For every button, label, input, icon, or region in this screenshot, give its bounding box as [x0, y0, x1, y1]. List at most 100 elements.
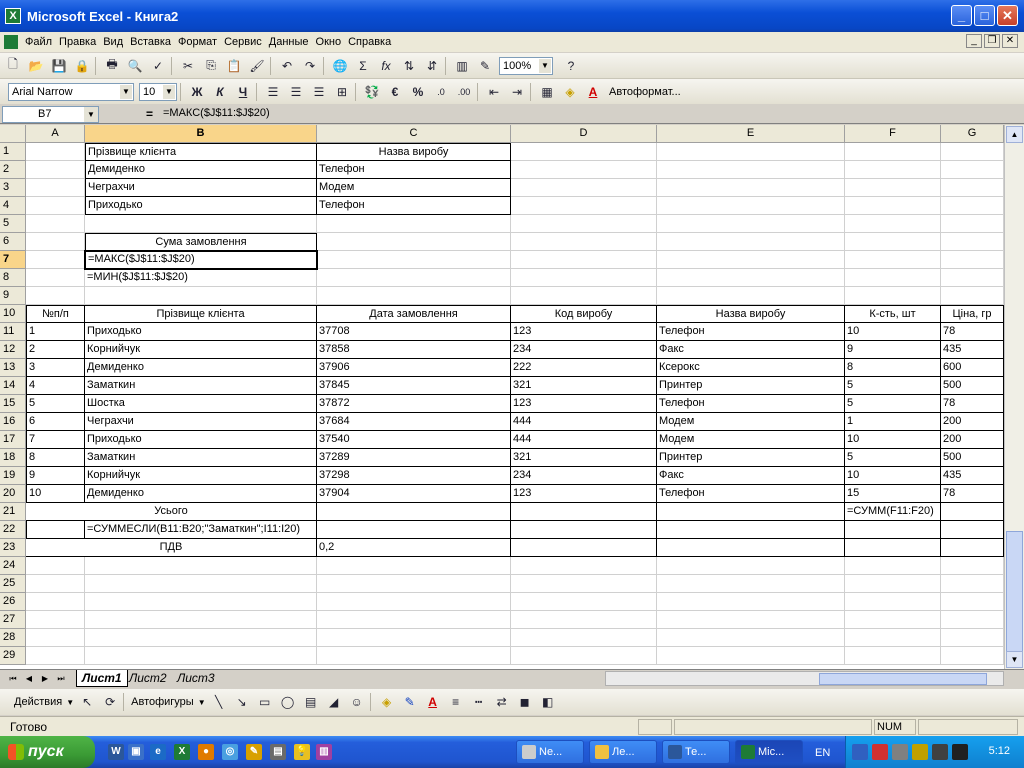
row-header-10[interactable]: 10 [0, 305, 26, 323]
undo-icon[interactable]: ↶ [277, 56, 297, 76]
start-button[interactable]: пуск [0, 736, 95, 768]
cell-d26[interactable] [511, 593, 657, 611]
hyperlink-icon[interactable]: 🌐 [330, 56, 350, 76]
paste-icon[interactable]: 📋 [224, 56, 244, 76]
table-cell[interactable]: 9 [26, 467, 85, 485]
spelling-icon[interactable]: ✓ [148, 56, 168, 76]
save-icon[interactable]: 💾 [49, 56, 69, 76]
cell-f23[interactable] [845, 539, 941, 557]
cell-f9[interactable] [845, 287, 941, 305]
chevron-down-icon[interactable]: ▼ [66, 698, 74, 707]
cell-g23[interactable] [941, 539, 1004, 557]
cell-f21[interactable]: =СУММ(F11:F20) [845, 503, 941, 521]
doc-minimize-button[interactable]: _ [966, 34, 982, 48]
cell-f6[interactable] [845, 233, 941, 251]
cell-b24[interactable] [85, 557, 317, 575]
rotate-icon[interactable]: ⟳ [100, 692, 120, 712]
table-cell[interactable]: Заматкин [85, 377, 317, 395]
autosum-icon[interactable]: Σ [353, 56, 373, 76]
format-painter-icon[interactable]: 🖌 [247, 56, 267, 76]
underline-button[interactable]: Ч [233, 82, 253, 102]
textbox-icon[interactable]: ▤ [301, 692, 321, 712]
cell-c8[interactable] [317, 269, 511, 287]
chevron-down-icon[interactable]: ▼ [163, 84, 175, 99]
euro-button[interactable]: € [385, 82, 405, 102]
redo-icon[interactable]: ↷ [300, 56, 320, 76]
cell-c26[interactable] [317, 593, 511, 611]
column-header-g[interactable]: G [941, 125, 1004, 143]
table-cell[interactable]: 6 [26, 413, 85, 431]
cell-g21[interactable] [941, 503, 1004, 521]
row-header-26[interactable]: 26 [0, 593, 26, 611]
cell-a5[interactable] [26, 215, 85, 233]
bulb-icon[interactable]: 💡 [294, 744, 310, 760]
cell-c24[interactable] [317, 557, 511, 575]
wordart-icon[interactable]: ◢ [324, 692, 344, 712]
table-cell[interactable]: 78 [941, 395, 1004, 413]
tool-icon[interactable]: ✎ [246, 744, 262, 760]
menu-data[interactable]: Данные [269, 36, 309, 48]
cell-f29[interactable] [845, 647, 941, 665]
table-cell[interactable]: 78 [941, 485, 1004, 503]
cell-c1[interactable]: Назва виробу [317, 143, 511, 161]
decrease-decimal-icon[interactable]: .00 [454, 82, 474, 102]
cell-f7[interactable] [845, 251, 941, 269]
font-color-icon[interactable]: A [423, 692, 443, 712]
cell-g24[interactable] [941, 557, 1004, 575]
table-cell[interactable]: 1 [26, 323, 85, 341]
table-cell[interactable]: 200 [941, 431, 1004, 449]
cell-a27[interactable] [26, 611, 85, 629]
cell-g28[interactable] [941, 629, 1004, 647]
arrow-icon[interactable]: ↘ [232, 692, 252, 712]
row-header-2[interactable]: 2 [0, 161, 26, 179]
chevron-down-icon[interactable]: ▼ [539, 58, 551, 73]
cell-f26[interactable] [845, 593, 941, 611]
cell-a3[interactable] [26, 179, 85, 197]
cell-d6[interactable] [511, 233, 657, 251]
cell-f2[interactable] [845, 161, 941, 179]
table-cell[interactable]: 5 [845, 377, 941, 395]
cell-g6[interactable] [941, 233, 1004, 251]
name-box[interactable]: B7 ▼ [2, 106, 99, 123]
cell-c5[interactable] [317, 215, 511, 233]
fill-color-icon[interactable]: ◈ [377, 692, 397, 712]
row-header-11[interactable]: 11 [0, 323, 26, 341]
monitor-icon[interactable]: ▤ [270, 744, 286, 760]
cell-e7[interactable] [657, 251, 845, 269]
cell-d4[interactable] [511, 197, 657, 215]
doc-close-button[interactable]: ✕ [1002, 34, 1018, 48]
explorer-icon[interactable]: ▣ [128, 744, 144, 760]
tray-icon[interactable] [912, 744, 928, 760]
table-cell[interactable]: 222 [511, 359, 657, 377]
italic-button[interactable]: К [210, 82, 230, 102]
excel-icon[interactable]: X [174, 744, 190, 760]
table-cell[interactable]: 321 [511, 377, 657, 395]
table-cell[interactable]: 321 [511, 449, 657, 467]
row-header-25[interactable]: 25 [0, 575, 26, 593]
sheet-tab-1[interactable]: Лист1 [76, 670, 128, 687]
cell-a28[interactable] [26, 629, 85, 647]
print-icon[interactable]: 🖶 [102, 56, 122, 76]
cell-f8[interactable] [845, 269, 941, 287]
table-cell[interactable]: Демиденко [85, 485, 317, 503]
fill-color-icon[interactable]: ◈ [560, 82, 580, 102]
row-header-7[interactable]: 7 [0, 251, 26, 269]
cell-b23[interactable]: ПДВ [26, 539, 317, 557]
cell-d23[interactable] [511, 539, 657, 557]
oval-icon[interactable]: ◯ [278, 692, 298, 712]
cell-d7[interactable] [511, 251, 657, 269]
table-cell[interactable]: 9 [845, 341, 941, 359]
table-cell[interactable]: 37684 [317, 413, 511, 431]
merge-center-icon[interactable]: ⊞ [332, 82, 352, 102]
word-icon[interactable]: W [108, 744, 124, 760]
dash-style-icon[interactable]: ┅ [469, 692, 489, 712]
menu-view[interactable]: Вид [103, 36, 123, 48]
cell-a6[interactable] [26, 233, 85, 251]
bars-icon[interactable]: ▥ [316, 744, 332, 760]
cell-e24[interactable] [657, 557, 845, 575]
table-cell[interactable]: Демиденко [85, 359, 317, 377]
table-cell[interactable]: 37858 [317, 341, 511, 359]
table-cell[interactable]: 444 [511, 431, 657, 449]
cell-c29[interactable] [317, 647, 511, 665]
cell-c23[interactable]: 0,2 [317, 539, 511, 557]
